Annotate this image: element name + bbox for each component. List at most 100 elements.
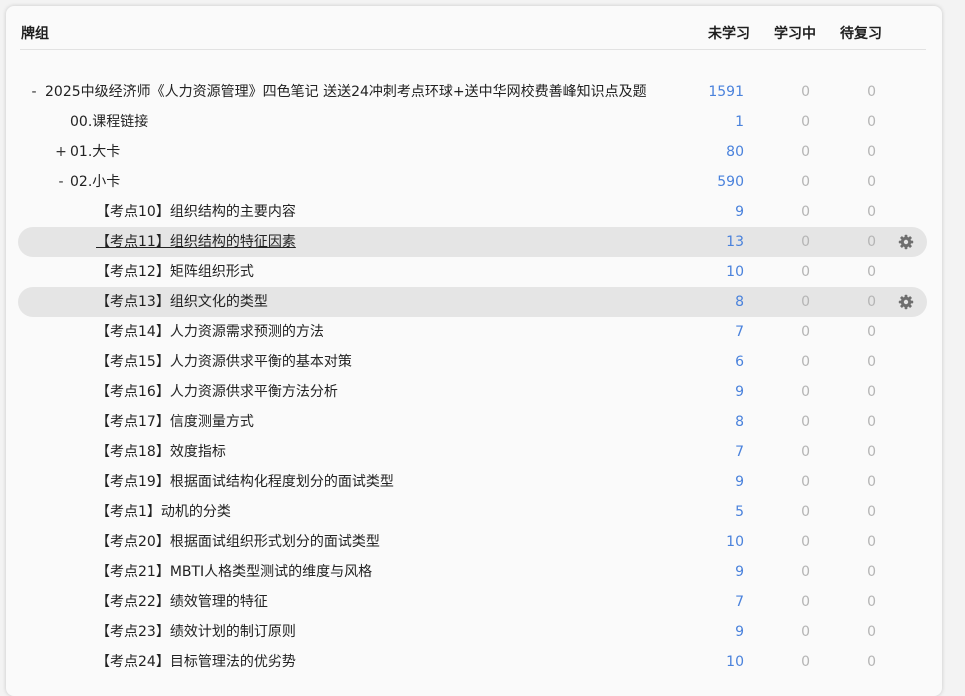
review-count: 0 — [867, 234, 876, 250]
deck-row[interactable]: 【考点1】动机的分类 5 0 0 — [18, 497, 927, 527]
deck-row[interactable]: 【考点17】信度测量方式 8 0 0 — [18, 407, 927, 437]
new-count: 9 — [735, 564, 744, 580]
review-count: 0 — [867, 174, 876, 190]
learning-count: 0 — [801, 594, 810, 610]
deck-name[interactable]: 00.课程链接 — [70, 107, 148, 137]
learning-count: 0 — [801, 324, 810, 340]
new-count: 5 — [735, 504, 744, 520]
deck-name[interactable]: 【考点17】信度测量方式 — [96, 407, 254, 437]
deck-name[interactable]: 【考点19】根据面试结构化程度划分的面试类型 — [96, 467, 394, 497]
deck-row[interactable]: 【考点22】绩效管理的特征 7 0 0 — [18, 587, 927, 617]
deck-name[interactable]: 【考点12】矩阵组织形式 — [96, 257, 254, 287]
learning-count: 0 — [801, 354, 810, 370]
new-count: 7 — [735, 324, 744, 340]
deck-row[interactable]: 【考点11】组织结构的特征因素 13 0 0 — [18, 227, 927, 257]
review-count: 0 — [867, 564, 876, 580]
deck-name[interactable]: 01.大卡 — [70, 137, 120, 167]
deck-name[interactable]: 02.小卡 — [70, 167, 120, 197]
review-count: 0 — [867, 324, 876, 340]
deck-name[interactable]: 【考点24】目标管理法的优劣势 — [96, 647, 296, 677]
deck-name[interactable]: 【考点21】MBTI人格类型测试的维度与风格 — [96, 557, 372, 587]
column-header-deck: 牌组 — [21, 26, 49, 42]
collapse-toggle[interactable]: - — [28, 77, 40, 107]
review-count: 0 — [867, 264, 876, 280]
deck-name[interactable]: 【考点10】组织结构的主要内容 — [96, 197, 296, 227]
learning-count: 0 — [801, 114, 810, 130]
deck-list-header: 牌组 未学习 学习中 待复习 — [20, 6, 926, 50]
deck-row[interactable]: 【考点16】人力资源供求平衡方法分析 9 0 0 — [18, 377, 927, 407]
learning-count: 0 — [801, 624, 810, 640]
new-count: 13 — [726, 234, 744, 250]
gear-icon[interactable] — [898, 234, 914, 250]
new-count: 590 — [717, 174, 744, 190]
review-count: 0 — [867, 474, 876, 490]
deck-list-panel: 牌组 未学习 学习中 待复习 - 2025中级经济师《人力资源管理》四色笔记 送… — [6, 6, 942, 696]
review-count: 0 — [867, 594, 876, 610]
review-count: 0 — [867, 144, 876, 160]
deck-name[interactable]: 【考点15】人力资源供求平衡的基本对策 — [96, 347, 352, 377]
deck-row[interactable]: - 2025中级经济师《人力资源管理》四色笔记 送送24冲刺考点环球+送中华网校… — [18, 77, 927, 107]
deck-name[interactable]: 【考点22】绩效管理的特征 — [96, 587, 268, 617]
learning-count: 0 — [801, 534, 810, 550]
expand-toggle[interactable]: + — [55, 137, 67, 167]
learning-count: 0 — [801, 414, 810, 430]
gear-icon[interactable] — [898, 294, 914, 310]
deck-row[interactable]: 【考点23】绩效计划的制订原则 9 0 0 — [18, 617, 927, 647]
new-count: 9 — [735, 204, 744, 220]
review-count: 0 — [867, 654, 876, 670]
learning-count: 0 — [801, 84, 810, 100]
deck-name[interactable]: 【考点11】组织结构的特征因素 — [96, 227, 296, 257]
deck-row[interactable]: 【考点18】效度指标 7 0 0 — [18, 437, 927, 467]
new-count: 80 — [726, 144, 744, 160]
deck-row[interactable]: 00.课程链接 1 0 0 — [18, 107, 927, 137]
new-count: 9 — [735, 474, 744, 490]
review-count: 0 — [867, 204, 876, 220]
learning-count: 0 — [801, 174, 810, 190]
learning-count: 0 — [801, 384, 810, 400]
deck-row[interactable]: 【考点24】目标管理法的优劣势 10 0 0 — [18, 647, 927, 677]
learning-count: 0 — [801, 474, 810, 490]
new-count: 9 — [735, 384, 744, 400]
learning-count: 0 — [801, 234, 810, 250]
review-count: 0 — [867, 534, 876, 550]
review-count: 0 — [867, 504, 876, 520]
deck-row[interactable]: 【考点12】矩阵组织形式 10 0 0 — [18, 257, 927, 287]
review-count: 0 — [867, 294, 876, 310]
deck-name[interactable]: 【考点13】组织文化的类型 — [96, 287, 268, 317]
column-header-review: 待复习 — [840, 26, 882, 42]
new-count: 6 — [735, 354, 744, 370]
deck-name[interactable]: 【考点18】效度指标 — [96, 437, 226, 467]
deck-name[interactable]: 【考点1】动机的分类 — [96, 497, 231, 527]
deck-name[interactable]: 2025中级经济师《人力资源管理》四色笔记 送送24冲刺考点环球+送中华网校费善… — [45, 77, 647, 107]
deck-name[interactable]: 【考点14】人力资源需求预测的方法 — [96, 317, 324, 347]
deck-row[interactable]: - 02.小卡 590 0 0 — [18, 167, 927, 197]
deck-row[interactable]: 【考点15】人力资源供求平衡的基本对策 6 0 0 — [18, 347, 927, 377]
deck-row[interactable]: 【考点20】根据面试组织形式划分的面试类型 10 0 0 — [18, 527, 927, 557]
deck-row[interactable]: 【考点13】组织文化的类型 8 0 0 — [18, 287, 927, 317]
review-count: 0 — [867, 444, 876, 460]
deck-name[interactable]: 【考点16】人力资源供求平衡方法分析 — [96, 377, 338, 407]
new-count: 7 — [735, 594, 744, 610]
learning-count: 0 — [801, 144, 810, 160]
deck-row[interactable]: + 01.大卡 80 0 0 — [18, 137, 927, 167]
review-count: 0 — [867, 84, 876, 100]
new-count: 9 — [735, 624, 744, 640]
column-header-new: 未学习 — [708, 26, 750, 42]
deck-row[interactable]: 【考点19】根据面试结构化程度划分的面试类型 9 0 0 — [18, 467, 927, 497]
review-count: 0 — [867, 354, 876, 370]
deck-row[interactable]: 【考点21】MBTI人格类型测试的维度与风格 9 0 0 — [18, 557, 927, 587]
learning-count: 0 — [801, 504, 810, 520]
deck-name[interactable]: 【考点23】绩效计划的制订原则 — [96, 617, 296, 647]
new-count: 10 — [726, 534, 744, 550]
deck-row[interactable]: 【考点10】组织结构的主要内容 9 0 0 — [18, 197, 927, 227]
column-header-learning: 学习中 — [774, 26, 816, 42]
deck-row[interactable]: 【考点14】人力资源需求预测的方法 7 0 0 — [18, 317, 927, 347]
review-count: 0 — [867, 624, 876, 640]
deck-name[interactable]: 【考点20】根据面试组织形式划分的面试类型 — [96, 527, 380, 557]
review-count: 0 — [867, 414, 876, 430]
review-count: 0 — [867, 114, 876, 130]
new-count: 1591 — [708, 84, 744, 100]
collapse-toggle[interactable]: - — [55, 167, 67, 197]
deck-list: - 2025中级经济师《人力资源管理》四色笔记 送送24冲刺考点环球+送中华网校… — [18, 77, 927, 677]
learning-count: 0 — [801, 444, 810, 460]
